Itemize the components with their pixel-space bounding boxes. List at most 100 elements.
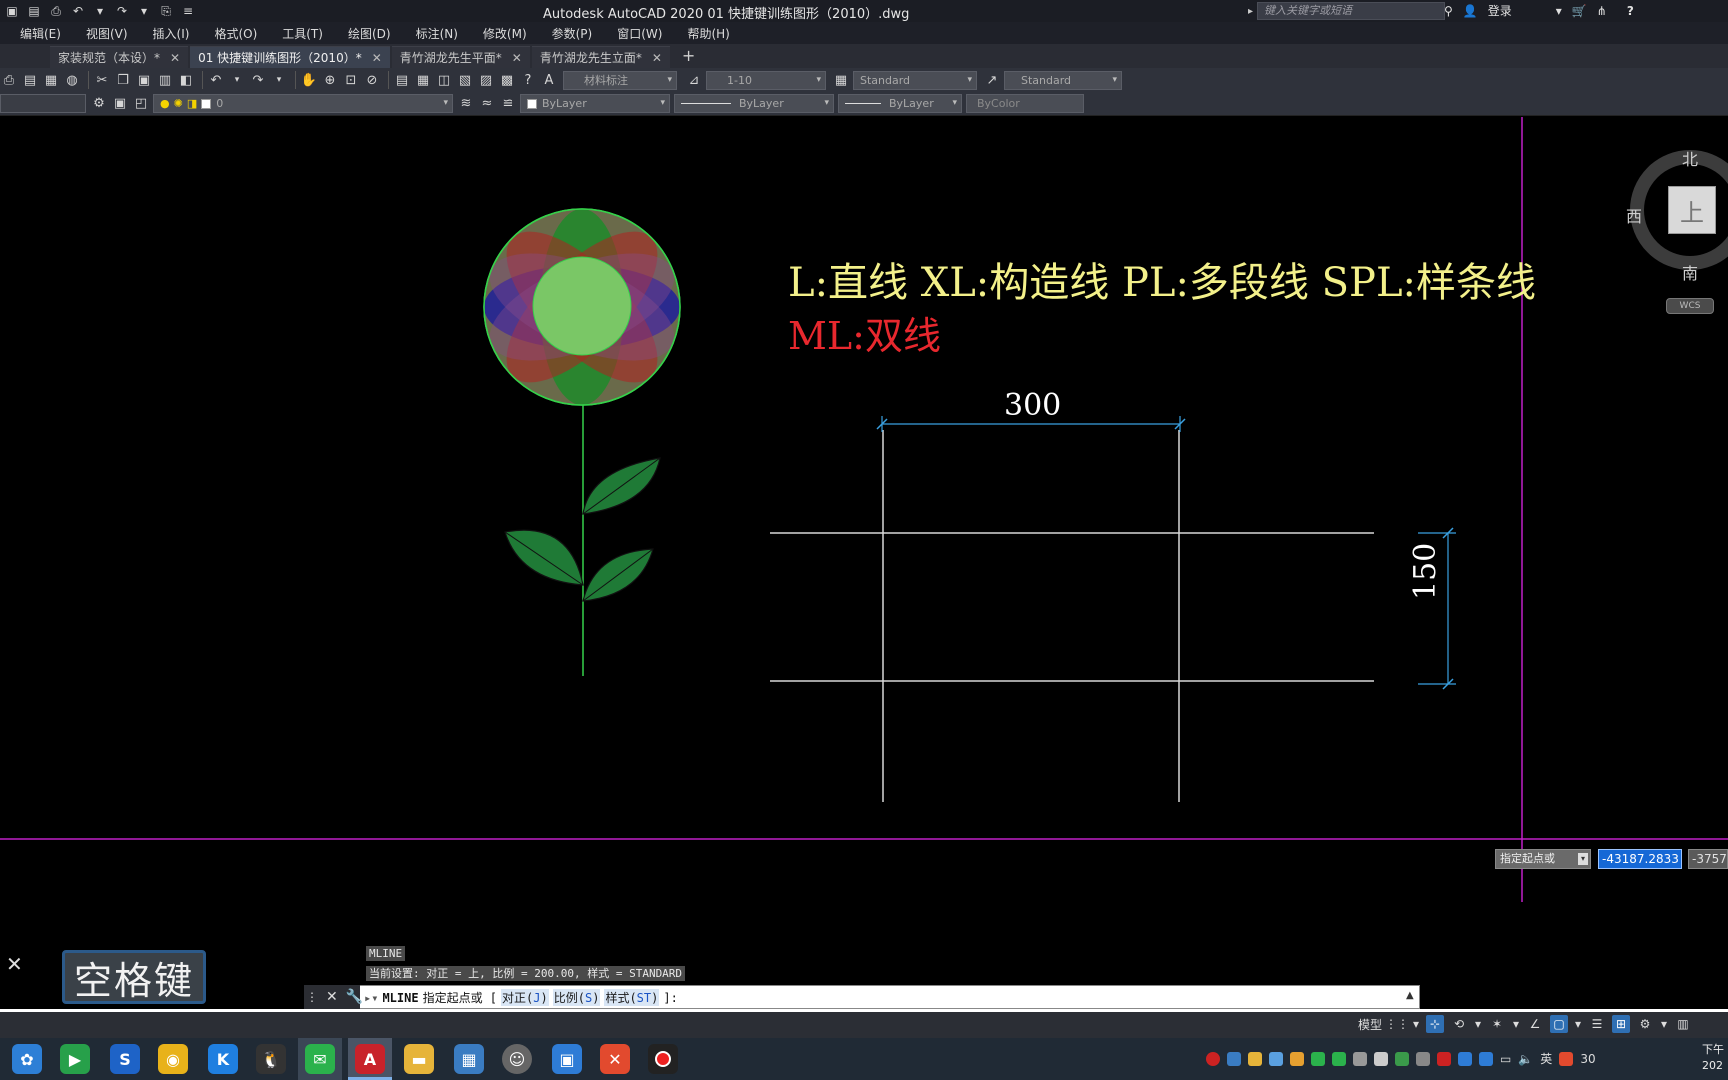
- search-input[interactable]: 键入关键字或短语: [1257, 2, 1446, 20]
- menu-view[interactable]: 视图(V): [86, 25, 128, 42]
- option-style[interactable]: 样式(ST): [604, 989, 660, 1006]
- app-icon-chrome[interactable]: ◉: [158, 1044, 188, 1074]
- lineweight-toggle-icon[interactable]: ☰: [1588, 1015, 1606, 1033]
- login-link[interactable]: 登录: [1488, 2, 1512, 19]
- dynamic-input-x-field[interactable]: -43187.2833: [1598, 849, 1682, 869]
- app-icon-player[interactable]: ▶: [60, 1044, 90, 1074]
- layer-match-icon[interactable]: ≌: [499, 95, 517, 113]
- menu-edit[interactable]: 编辑(E): [20, 25, 61, 42]
- isodraft-icon[interactable]: ∠: [1526, 1015, 1544, 1033]
- recent-commands-icon[interactable]: ▸▾: [364, 991, 378, 1005]
- connect-icon[interactable]: ⋔: [1597, 4, 1607, 18]
- app-icon-avatar[interactable]: ☺: [502, 1044, 532, 1074]
- close-icon[interactable]: ✕: [326, 989, 338, 1005]
- binoculars-icon[interactable]: ⚲: [1444, 4, 1453, 18]
- layer-select[interactable]: ● ✺ ◨ 0 ▾: [153, 94, 453, 113]
- app-icon-tool[interactable]: ✕: [600, 1044, 630, 1074]
- copy-icon[interactable]: ❐: [114, 71, 132, 89]
- app-icon-wechat[interactable]: ✉: [305, 1044, 335, 1074]
- app-icon-qq[interactable]: 🐧: [256, 1044, 286, 1074]
- paste-icon[interactable]: ▣: [135, 71, 153, 89]
- help-icon[interactable]: ?: [519, 71, 537, 89]
- close-icon[interactable]: ✕: [652, 51, 662, 65]
- wrench-icon[interactable]: 🔧: [346, 989, 363, 1005]
- app-icon-sogou[interactable]: S: [110, 1044, 140, 1074]
- file-tab[interactable]: 家装规范（本设）* ✕: [50, 46, 189, 68]
- menu-format[interactable]: 格式(O): [214, 25, 257, 42]
- color-select[interactable]: ByLayer ▾: [520, 94, 670, 113]
- tray-icon[interactable]: [1290, 1051, 1304, 1066]
- tray-icon[interactable]: [1437, 1051, 1451, 1066]
- tray-icon[interactable]: [1332, 1051, 1346, 1066]
- viewcube-wcs-menu[interactable]: WCS: [1666, 298, 1714, 314]
- dynamic-input-y-field[interactable]: -37577: [1688, 849, 1728, 869]
- design-center-icon[interactable]: ▦: [414, 71, 432, 89]
- linetype-select[interactable]: ByLayer ▾: [674, 94, 834, 113]
- chevron-down-icon[interactable]: ▾: [1556, 4, 1562, 18]
- chevron-down-icon[interactable]: ▾: [1512, 1015, 1520, 1033]
- make-current-layer-icon[interactable]: ≋: [457, 95, 475, 113]
- tool-palettes-icon[interactable]: ◫: [435, 71, 453, 89]
- layer-previous-icon[interactable]: ≈: [478, 95, 496, 113]
- app-icon-fan[interactable]: ✿: [12, 1044, 42, 1074]
- object-snap-icon[interactable]: ▢: [1550, 1015, 1569, 1033]
- close-icon[interactable]: ✕: [170, 51, 180, 65]
- file-tab-active[interactable]: 01 快捷键训练图形（2010）* ✕: [190, 46, 390, 68]
- table-style-select[interactable]: Standard ▾: [853, 70, 977, 90]
- sogou-icon[interactable]: [1559, 1051, 1574, 1066]
- menu-window[interactable]: 窗口(W): [617, 25, 662, 42]
- dim-style-select[interactable]: 1-10 ▾: [706, 70, 826, 90]
- file-tab[interactable]: 青竹湖龙先生平面* ✕: [391, 46, 530, 68]
- menu-modify[interactable]: 修改(M): [483, 25, 527, 42]
- record-icon[interactable]: [1206, 1051, 1220, 1066]
- help-icon[interactable]: ?: [1627, 4, 1634, 18]
- viewcube-north[interactable]: 北: [1682, 146, 1698, 170]
- chevron-down-icon[interactable]: ▾: [1660, 1015, 1668, 1033]
- sheet-set-icon[interactable]: ▧: [456, 71, 474, 89]
- chevron-down-icon[interactable]: ▾: [1574, 1015, 1582, 1033]
- dim-style-icon[interactable]: ⊿: [685, 71, 703, 89]
- cart-icon[interactable]: 🛒: [1572, 4, 1587, 18]
- menu-draw[interactable]: 绘图(D): [348, 25, 391, 42]
- tray-icon[interactable]: [1416, 1051, 1430, 1066]
- zoom-window-icon[interactable]: ⊡: [342, 71, 360, 89]
- menu-help[interactable]: 帮助(H): [687, 25, 729, 42]
- viewcube-top-face[interactable]: 上: [1668, 186, 1716, 234]
- block-editor-icon[interactable]: ◧: [177, 71, 195, 89]
- volume-icon[interactable]: 🔈: [1518, 1052, 1533, 1066]
- print-icon[interactable]: ⎙: [0, 71, 18, 89]
- match-properties-icon[interactable]: ▥: [156, 71, 174, 89]
- clock[interactable]: 下午 202: [1702, 1042, 1724, 1074]
- grid-icon[interactable]: ⋮⋮: [1385, 1015, 1409, 1033]
- zoom-previous-icon[interactable]: ⊘: [363, 71, 381, 89]
- tray-icon[interactable]: [1269, 1051, 1283, 1066]
- gear-icon[interactable]: ⚙: [1636, 1015, 1654, 1033]
- app-icon-vs[interactable]: ▣: [552, 1044, 582, 1074]
- ime-indicator[interactable]: 英: [1540, 1050, 1552, 1067]
- calculator-icon[interactable]: ▩: [498, 71, 516, 89]
- menu-parametric[interactable]: 参数(P): [552, 25, 593, 42]
- zoom-realtime-icon[interactable]: ⊕: [321, 71, 339, 89]
- chevron-down-icon[interactable]: ▾: [92, 3, 108, 19]
- close-icon[interactable]: ✕: [512, 51, 522, 65]
- tray-icon[interactable]: [1458, 1051, 1472, 1066]
- drawing-canvas[interactable]: [0, 117, 1728, 902]
- grip-icon[interactable]: ⋮: [306, 990, 318, 1004]
- viewcube-west[interactable]: 西: [1626, 203, 1642, 227]
- chevron-down-icon[interactable]: ▾: [228, 71, 246, 89]
- properties-icon[interactable]: ▤: [393, 71, 411, 89]
- save-as-icon[interactable]: ▤: [26, 3, 42, 19]
- snap-mode-icon[interactable]: ⊹: [1426, 1015, 1445, 1033]
- dynamic-input-arrow-icon[interactable]: ▾: [1578, 853, 1588, 865]
- undo-icon[interactable]: ↶: [207, 71, 225, 89]
- ortho-icon[interactable]: ⟲: [1450, 1015, 1468, 1033]
- polar-tracking-icon[interactable]: ✶: [1488, 1015, 1506, 1033]
- save-icon[interactable]: ▣: [4, 3, 20, 19]
- layer-properties-icon[interactable]: ▣: [111, 95, 129, 113]
- undo-icon[interactable]: ↶: [70, 3, 86, 19]
- close-icon[interactable]: ✕: [372, 51, 382, 65]
- redo-icon[interactable]: ↷: [114, 3, 130, 19]
- menu-tools[interactable]: 工具(T): [282, 25, 323, 42]
- customize-icon[interactable]: ≡: [180, 3, 196, 19]
- plotstyle-select[interactable]: ByColor: [966, 94, 1084, 113]
